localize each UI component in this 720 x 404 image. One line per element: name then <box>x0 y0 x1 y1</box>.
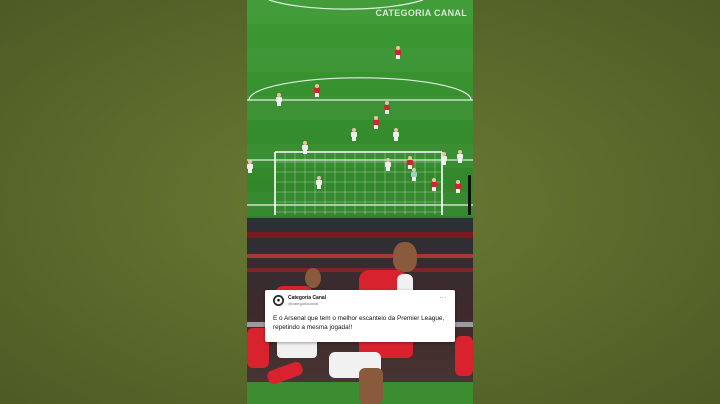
celebrating-player-head <box>393 242 417 272</box>
player <box>455 180 461 193</box>
player <box>384 101 390 114</box>
player <box>351 128 357 141</box>
player <box>407 156 413 169</box>
player <box>441 152 447 165</box>
player <box>457 150 463 163</box>
player <box>316 176 322 189</box>
tweet-header: Categoria Canal @categoriacanal <box>273 295 447 306</box>
goalkeeper <box>411 168 417 181</box>
channel-watermark: CATEGORIA CANAL <box>375 8 467 18</box>
player <box>302 141 308 154</box>
pitch-markings <box>247 0 473 215</box>
tweet-author-name[interactable]: Categoria Canal <box>288 295 326 301</box>
player <box>385 158 391 171</box>
tweet-text: E o Arsenal que tem o melhor escanteio d… <box>273 315 445 331</box>
player <box>247 160 253 173</box>
teammate-head <box>305 268 321 288</box>
tweet-author-handle[interactable]: @categoriacanal <box>288 301 326 306</box>
player <box>373 116 379 129</box>
player <box>431 178 437 191</box>
tweet-card[interactable]: Categoria Canal @categoriacanal ··· E o … <box>265 290 455 342</box>
player <box>393 128 399 141</box>
player <box>314 84 320 97</box>
soccer-ball-icon[interactable] <box>273 295 284 306</box>
pitch-scene: CATEGORIA CANAL <box>247 0 473 218</box>
player <box>395 46 401 59</box>
more-dots-icon[interactable]: ··· <box>440 295 448 301</box>
video-frame[interactable]: CATEGORIA CANAL <box>247 0 473 404</box>
player <box>276 93 282 106</box>
